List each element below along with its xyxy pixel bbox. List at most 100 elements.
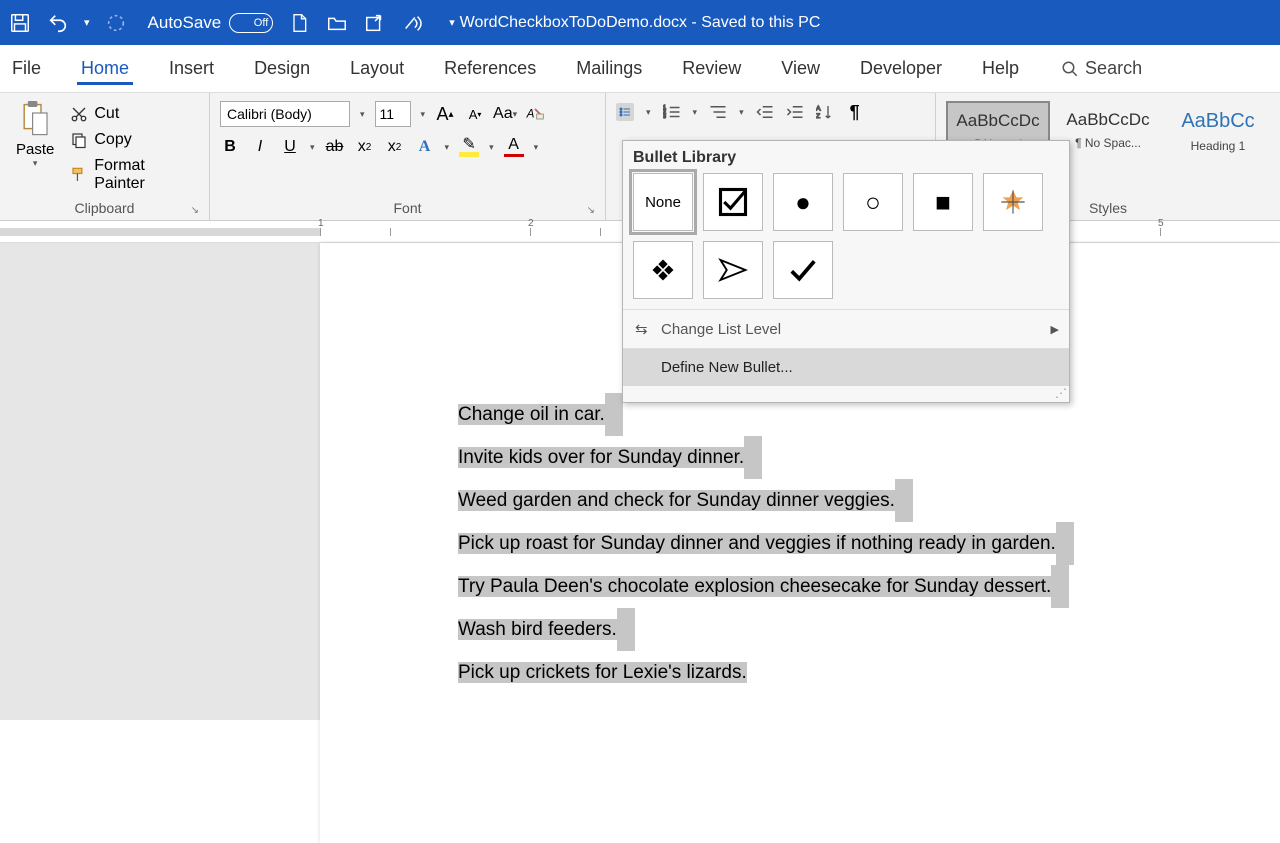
tab-file[interactable]: File	[8, 52, 45, 85]
tab-insert[interactable]: Insert	[165, 52, 218, 85]
new-doc-icon[interactable]	[287, 11, 311, 35]
tab-home[interactable]: Home	[77, 52, 133, 85]
bullet-option-circle[interactable]: ○	[843, 173, 903, 231]
bullet-library-header: Bullet Library	[623, 141, 1069, 173]
save-icon[interactable]	[8, 11, 32, 35]
chevron-down-icon[interactable]: ▾	[534, 142, 539, 153]
share-icon[interactable]	[363, 11, 387, 35]
styles-group-label: Styles	[1089, 200, 1127, 216]
text-effects-icon[interactable]: A	[415, 137, 435, 157]
undo-icon[interactable]	[46, 11, 70, 35]
font-color-icon[interactable]: A	[504, 137, 524, 157]
bullet-option-disc[interactable]: ●	[773, 173, 833, 231]
bullet-option-checkmark[interactable]	[773, 241, 833, 299]
sort-button[interactable]: AZ	[816, 103, 834, 121]
dialog-launcher-icon[interactable]: ↘	[191, 205, 199, 216]
title-bar: ▾ AutoSave Off ▾ WordCheckboxToDoDemo.do…	[0, 0, 1280, 45]
chevron-down-icon[interactable]: ▾	[646, 107, 651, 118]
paste-button[interactable]: Paste ▾	[10, 97, 60, 200]
copy-button[interactable]: Copy	[70, 131, 199, 149]
grow-font-icon[interactable]: A▴	[435, 104, 455, 124]
search-box[interactable]: Search	[1061, 58, 1142, 79]
chevron-down-icon[interactable]: ▾	[33, 158, 38, 169]
svg-text:A: A	[526, 107, 535, 120]
svg-text:A: A	[816, 106, 821, 113]
redo-icon[interactable]	[104, 11, 128, 35]
autosave-state: Off	[254, 17, 268, 29]
tab-view[interactable]: View	[777, 52, 824, 85]
scissors-icon	[70, 105, 88, 123]
doc-line[interactable]: Weed garden and check for Sunday dinner …	[458, 490, 895, 511]
clear-formatting-icon[interactable]: A	[525, 104, 545, 124]
multilevel-list-button[interactable]	[709, 103, 727, 121]
change-case-icon[interactable]: Aa▾	[495, 104, 515, 124]
increase-indent-button[interactable]	[786, 103, 804, 121]
clipboard-group-label: Clipboard	[75, 200, 135, 216]
format-painter-icon	[70, 166, 88, 184]
doc-line[interactable]: Wash bird feeders.	[458, 619, 617, 640]
shrink-font-icon[interactable]: A▾	[465, 104, 485, 124]
paste-icon	[20, 101, 50, 137]
superscript-button[interactable]: x2	[385, 137, 405, 157]
tab-layout[interactable]: Layout	[346, 52, 408, 85]
open-icon[interactable]	[325, 11, 349, 35]
font-size-input[interactable]	[375, 101, 411, 127]
show-paragraph-marks-button[interactable]: ¶	[846, 103, 864, 121]
bullet-library-popup: Bullet Library None ● ○ ■ ⇆ Change List …	[622, 140, 1070, 403]
bold-button[interactable]: B	[220, 137, 240, 157]
subscript-button[interactable]: x2	[355, 137, 375, 157]
window-title: WordCheckboxToDoDemo.docx - Saved to thi…	[460, 14, 821, 32]
tab-review[interactable]: Review	[678, 52, 745, 85]
numbering-button[interactable]: 123	[663, 103, 681, 121]
doc-line[interactable]: Try Paula Deen's chocolate explosion che…	[458, 576, 1051, 597]
format-painter-button[interactable]: Format Painter	[70, 157, 199, 193]
bullet-option-arrow[interactable]	[703, 241, 763, 299]
tab-design[interactable]: Design	[250, 52, 314, 85]
doc-line[interactable]: Pick up roast for Sunday dinner and vegg…	[458, 533, 1056, 554]
chevron-down-icon[interactable]: ▾	[310, 142, 315, 153]
chevron-down-icon[interactable]: ▾	[445, 142, 450, 153]
autosave-label: AutoSave	[148, 13, 222, 33]
chevron-down-icon[interactable]: ▾	[489, 142, 494, 153]
read-aloud-icon[interactable]	[401, 11, 425, 35]
bullet-option-none[interactable]: None	[633, 173, 693, 231]
autosave-toggle[interactable]: AutoSave Off	[148, 13, 274, 33]
dialog-launcher-icon[interactable]: ↘	[587, 205, 595, 216]
tab-help[interactable]: Help	[978, 52, 1023, 85]
decrease-indent-button[interactable]	[756, 103, 774, 121]
chevron-down-icon[interactable]: ▾	[693, 107, 698, 118]
search-placeholder: Search	[1085, 58, 1142, 79]
tab-developer[interactable]: Developer	[856, 52, 946, 85]
svg-text:3: 3	[663, 114, 666, 120]
highlight-icon[interactable]: ✎	[459, 137, 479, 157]
font-name-input[interactable]	[220, 101, 350, 127]
ribbon-tabs: File Home Insert Design Layout Reference…	[0, 45, 1280, 93]
undo-dropdown-icon[interactable]: ▾	[84, 16, 90, 29]
doc-line[interactable]: Pick up crickets for Lexie's lizards.	[458, 662, 747, 683]
strikethrough-button[interactable]: ab	[325, 137, 345, 157]
bullet-option-4diamond[interactable]	[983, 173, 1043, 231]
copy-icon	[70, 131, 88, 149]
cut-label: Cut	[94, 105, 119, 123]
qat-more-icon[interactable]: ▾	[449, 16, 455, 29]
underline-button[interactable]: U	[280, 137, 300, 157]
bullet-option-clover[interactable]	[633, 241, 693, 299]
doc-line[interactable]: Change oil in car.	[458, 404, 605, 425]
style-heading-1[interactable]: AaBbCc Heading 1	[1166, 101, 1270, 200]
change-list-level: ⇆ Change List Level ▶	[623, 309, 1069, 348]
chevron-down-icon[interactable]: ▾	[360, 109, 365, 120]
tab-mailings[interactable]: Mailings	[572, 52, 646, 85]
bullets-button[interactable]	[616, 103, 634, 121]
copy-label: Copy	[94, 131, 131, 149]
tab-references[interactable]: References	[440, 52, 540, 85]
style-no-spacing[interactable]: AaBbCcDc ¶ No Spac...	[1056, 101, 1160, 200]
bullet-option-checkbox[interactable]	[703, 173, 763, 231]
resize-grip-icon[interactable]: ⋰	[623, 386, 1069, 402]
bullet-option-square[interactable]: ■	[913, 173, 973, 231]
doc-line[interactable]: Invite kids over for Sunday dinner.	[458, 447, 744, 468]
chevron-down-icon[interactable]: ▾	[739, 107, 744, 118]
italic-button[interactable]: I	[250, 137, 270, 157]
chevron-down-icon[interactable]: ▾	[421, 109, 426, 120]
define-new-bullet[interactable]: Define New Bullet...	[623, 348, 1069, 386]
cut-button[interactable]: Cut	[70, 105, 199, 123]
